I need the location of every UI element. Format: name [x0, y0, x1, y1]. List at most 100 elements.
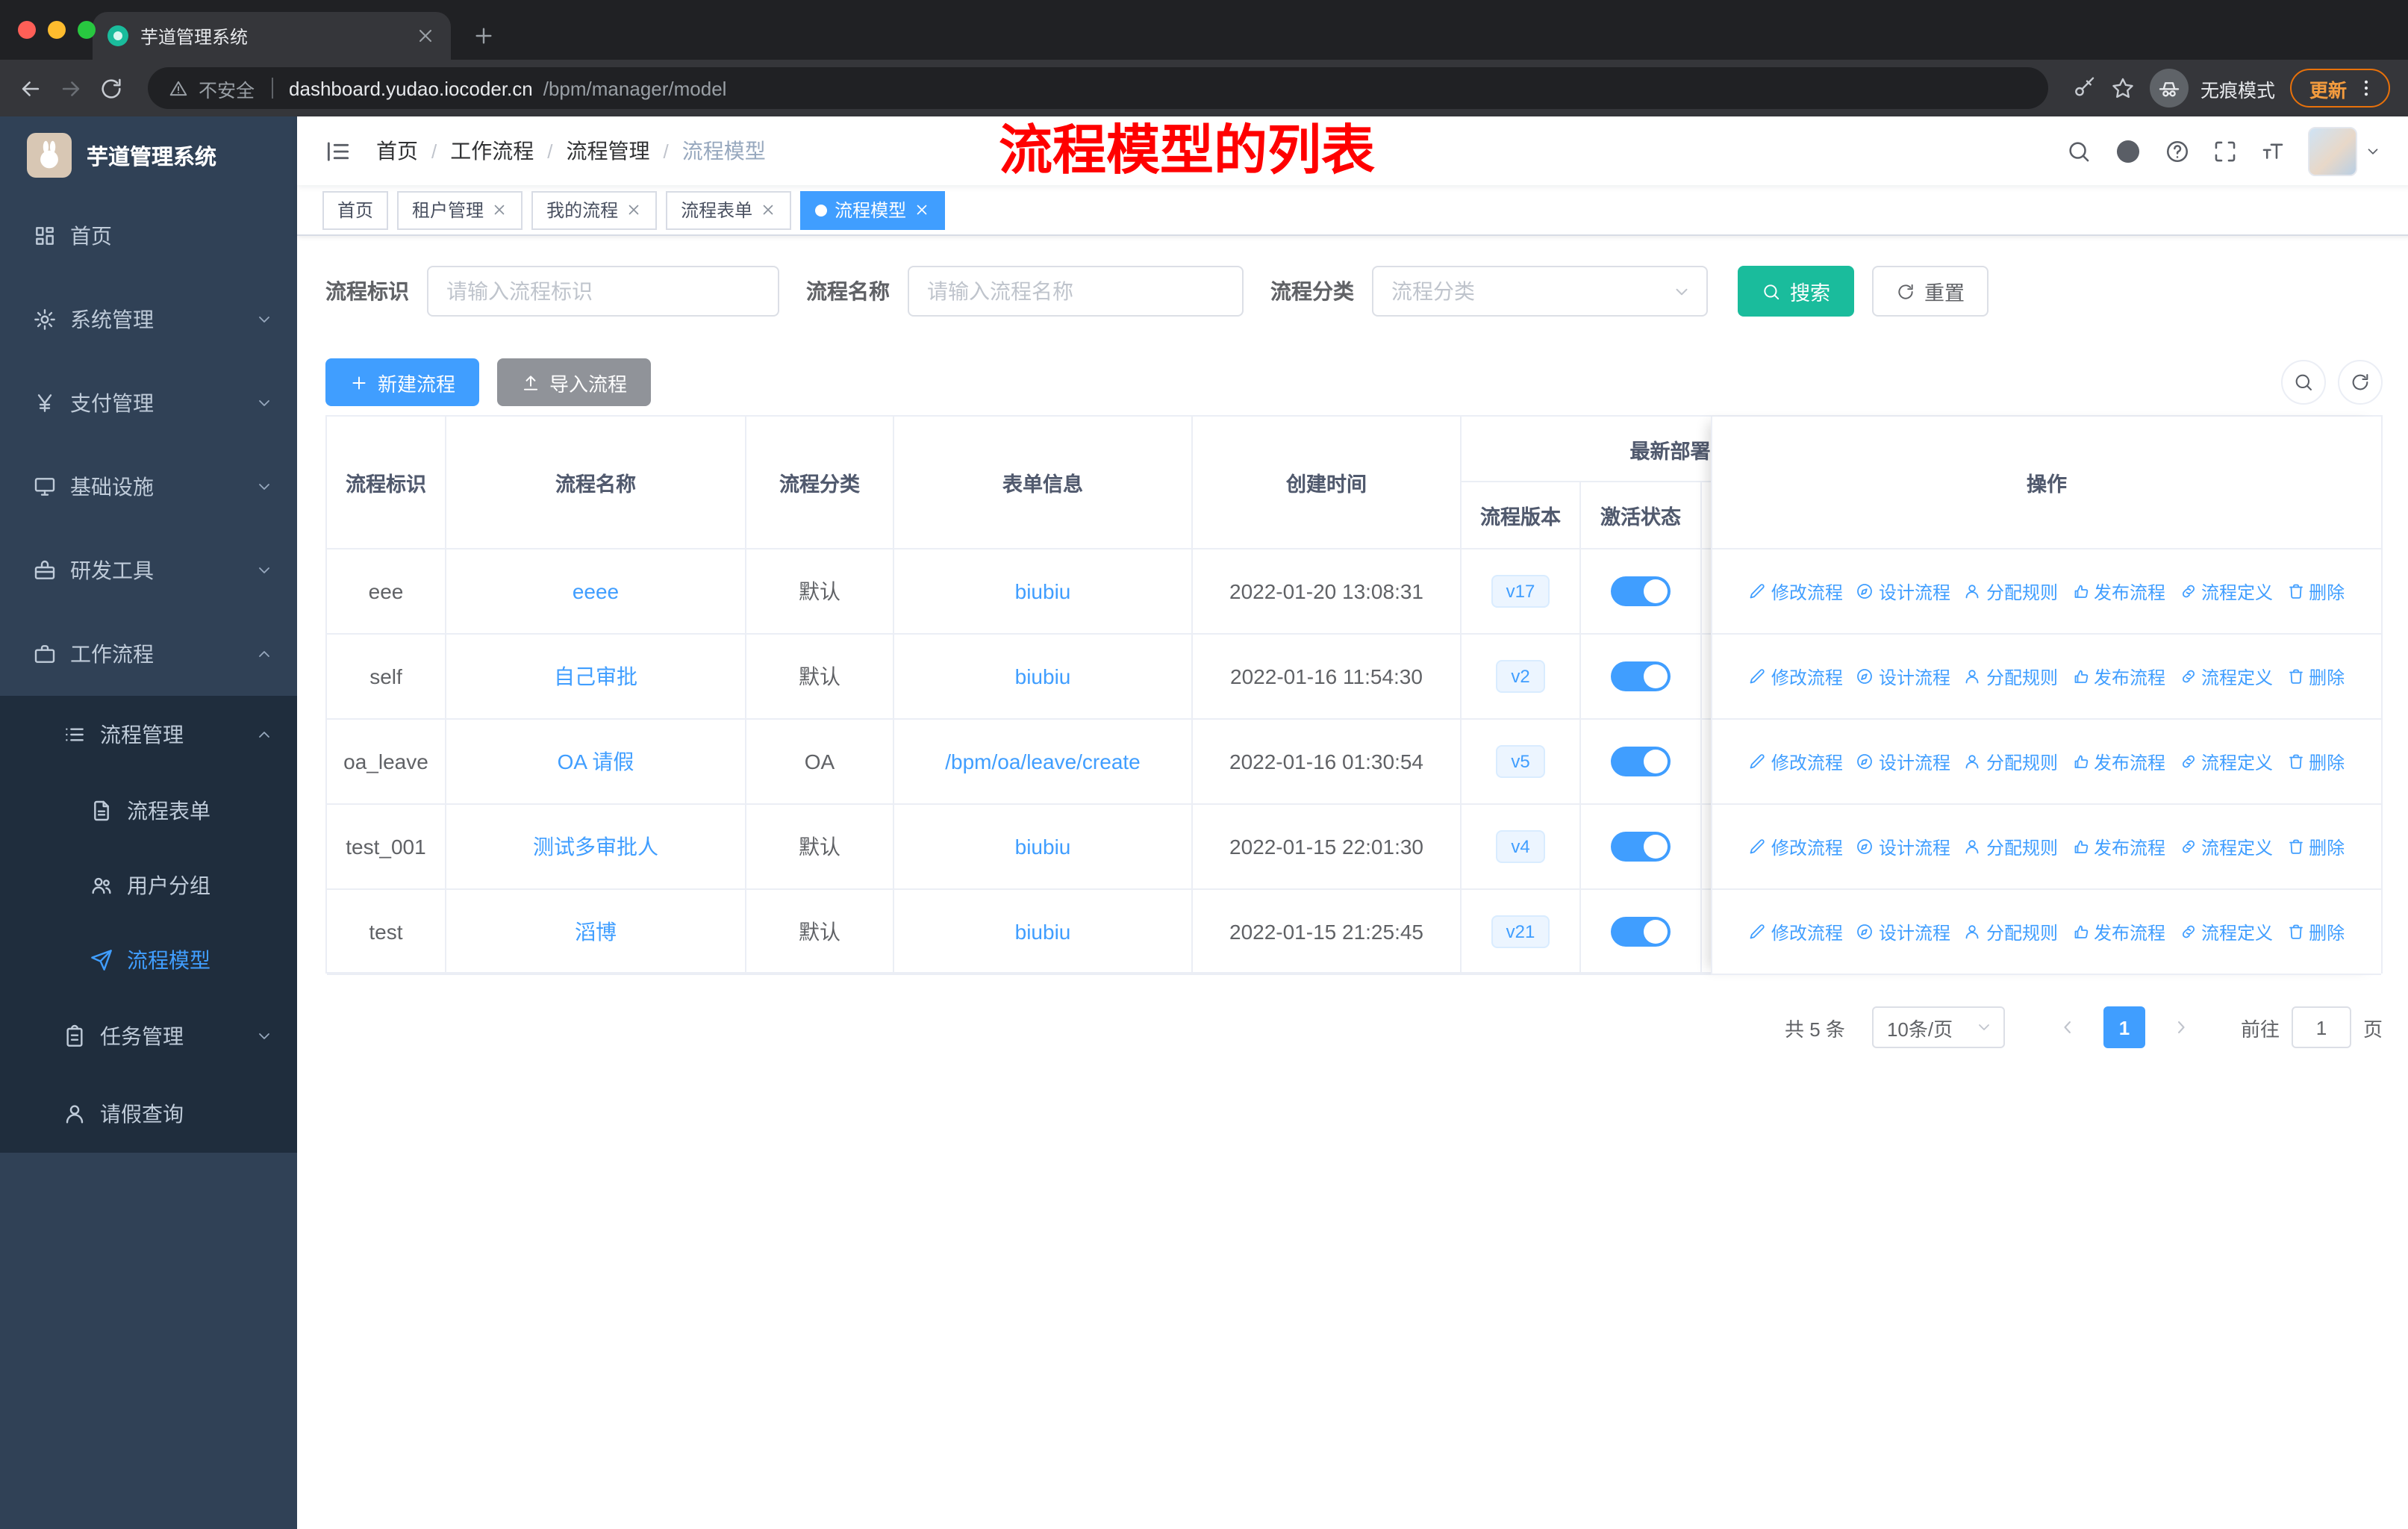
close-icon[interactable] — [914, 202, 930, 218]
process-definition-link[interactable]: 流程定义 — [2179, 749, 2273, 774]
avatar[interactable] — [2308, 126, 2357, 175]
assign-rule-link[interactable]: 分配规则 — [1964, 919, 2058, 944]
publish-process-link[interactable]: 发布流程 — [2071, 664, 2165, 689]
sidebar-item-infrastructure[interactable]: 基础设施 — [0, 445, 297, 529]
breadcrumb-item[interactable]: 首页 — [376, 136, 418, 166]
toggle-search-button[interactable] — [2281, 360, 2326, 405]
reset-button[interactable]: 重置 — [1872, 266, 1989, 317]
edit-process-link[interactable]: 修改流程 — [1749, 919, 1843, 944]
edit-process-link[interactable]: 修改流程 — [1749, 749, 1843, 774]
delete-link[interactable]: 删除 — [2286, 579, 2345, 604]
prev-page-button[interactable] — [2047, 1006, 2089, 1048]
form-info-link[interactable]: biubiu — [1015, 835, 1071, 859]
form-info-link[interactable]: biubiu — [1015, 579, 1071, 603]
breadcrumb-item[interactable]: 工作流程 — [450, 136, 534, 166]
form-info-link[interactable]: biubiu — [1015, 664, 1071, 688]
edit-process-link[interactable]: 修改流程 — [1749, 579, 1843, 604]
close-icon[interactable] — [491, 202, 508, 218]
forward-icon[interactable] — [58, 75, 84, 101]
tag-process-model[interactable]: 流程模型 — [800, 190, 946, 229]
maximize-window-button[interactable] — [78, 21, 96, 39]
assign-rule-link[interactable]: 分配规则 — [1964, 834, 2058, 859]
delete-link[interactable]: 删除 — [2286, 749, 2345, 774]
assign-rule-link[interactable]: 分配规则 — [1964, 749, 2058, 774]
assign-rule-link[interactable]: 分配规则 — [1964, 579, 2058, 604]
back-icon[interactable] — [18, 75, 43, 101]
new-tab-button[interactable] — [472, 24, 496, 48]
tag-my-process[interactable]: 我的流程 — [531, 190, 658, 229]
active-toggle[interactable] — [1611, 832, 1671, 862]
sidebar-item-leave-query[interactable]: 请假查询 — [0, 1075, 297, 1153]
goto-page-input[interactable] — [2291, 1006, 2351, 1048]
process-definition-link[interactable]: 流程定义 — [2179, 579, 2273, 604]
reload-icon[interactable] — [99, 75, 124, 101]
password-key-icon[interactable] — [2072, 76, 2096, 100]
minimize-window-button[interactable] — [48, 21, 66, 39]
process-name-link[interactable]: OA 请假 — [558, 747, 634, 776]
sidebar-item-process-management[interactable]: 流程管理 — [0, 696, 297, 773]
browser-menu-icon[interactable] — [2356, 78, 2377, 99]
process-definition-link[interactable]: 流程定义 — [2179, 919, 2273, 944]
sidebar-collapse-icon[interactable] — [324, 137, 352, 165]
version-badge[interactable]: v5 — [1496, 745, 1545, 778]
active-toggle[interactable] — [1611, 576, 1671, 606]
publish-process-link[interactable]: 发布流程 — [2071, 834, 2165, 859]
close-icon[interactable] — [626, 202, 642, 218]
app-logo[interactable]: 芋道管理系统 — [0, 116, 297, 194]
sidebar-item-payment[interactable]: 支付管理 — [0, 361, 297, 445]
close-window-button[interactable] — [18, 21, 36, 39]
design-process-link[interactable]: 设计流程 — [1856, 749, 1950, 774]
sidebar-item-process-form[interactable]: 流程表单 — [0, 773, 297, 848]
process-name-input[interactable] — [908, 266, 1244, 317]
publish-process-link[interactable]: 发布流程 — [2071, 749, 2165, 774]
help-icon[interactable] — [2165, 138, 2190, 164]
process-definition-link[interactable]: 流程定义 — [2179, 834, 2273, 859]
tag-home[interactable]: 首页 — [322, 190, 389, 229]
user-menu[interactable] — [2308, 126, 2381, 175]
sidebar-item-task-management[interactable]: 任务管理 — [0, 997, 297, 1075]
delete-link[interactable]: 删除 — [2286, 919, 2345, 944]
not-secure-icon[interactable] — [169, 78, 188, 98]
page-size-select[interactable]: 10条/页 — [1871, 1006, 2005, 1048]
address-bar[interactable]: 不安全 dashboard.yudao.iocoder.cn/bpm/manag… — [148, 67, 2048, 109]
sidebar-item-process-model[interactable]: 流程模型 — [0, 923, 297, 997]
next-page-button[interactable] — [2160, 1006, 2202, 1048]
tab-close-icon[interactable] — [415, 25, 436, 46]
design-process-link[interactable]: 设计流程 — [1856, 664, 1950, 689]
refresh-table-button[interactable] — [2338, 360, 2383, 405]
version-badge[interactable]: v17 — [1491, 575, 1550, 608]
delete-link[interactable]: 删除 — [2286, 834, 2345, 859]
active-toggle[interactable] — [1611, 917, 1671, 947]
process-name-link[interactable]: 测试多审批人 — [533, 832, 658, 862]
current-page-button[interactable]: 1 — [2103, 1006, 2145, 1048]
sidebar-item-devtools[interactable]: 研发工具 — [0, 529, 297, 612]
search-button[interactable]: 搜索 — [1738, 266, 1854, 317]
assign-rule-link[interactable]: 分配规则 — [1964, 664, 2058, 689]
publish-process-link[interactable]: 发布流程 — [2071, 579, 2165, 604]
browser-tab[interactable]: 芋道管理系统 — [93, 12, 451, 60]
sidebar-item-home[interactable]: 首页 — [0, 194, 297, 278]
design-process-link[interactable]: 设计流程 — [1856, 919, 1950, 944]
breadcrumb-item[interactable]: 流程管理 — [567, 136, 650, 166]
design-process-link[interactable]: 设计流程 — [1856, 579, 1950, 604]
sidebar-item-user-group[interactable]: 用户分组 — [0, 848, 297, 923]
bookmark-star-icon[interactable] — [2111, 76, 2135, 100]
sidebar-item-workflow[interactable]: 工作流程 — [0, 612, 297, 696]
search-icon[interactable] — [2066, 138, 2092, 164]
github-icon[interactable] — [2114, 137, 2142, 165]
tag-tenant[interactable]: 租户管理 — [397, 190, 523, 229]
font-size-icon[interactable] — [2260, 138, 2286, 164]
delete-link[interactable]: 删除 — [2286, 664, 2345, 689]
process-id-input[interactable] — [427, 266, 779, 317]
category-select[interactable]: 流程分类 — [1372, 266, 1708, 317]
close-icon[interactable] — [760, 202, 776, 218]
version-badge[interactable]: v4 — [1496, 830, 1545, 863]
form-info-link[interactable]: /bpm/oa/leave/create — [945, 750, 1141, 773]
active-toggle[interactable] — [1611, 661, 1671, 691]
process-definition-link[interactable]: 流程定义 — [2179, 664, 2273, 689]
version-badge[interactable]: v2 — [1496, 660, 1545, 693]
version-badge[interactable]: v21 — [1491, 915, 1550, 948]
edit-process-link[interactable]: 修改流程 — [1749, 664, 1843, 689]
create-process-button[interactable]: 新建流程 — [325, 358, 480, 406]
active-toggle[interactable] — [1611, 747, 1671, 776]
